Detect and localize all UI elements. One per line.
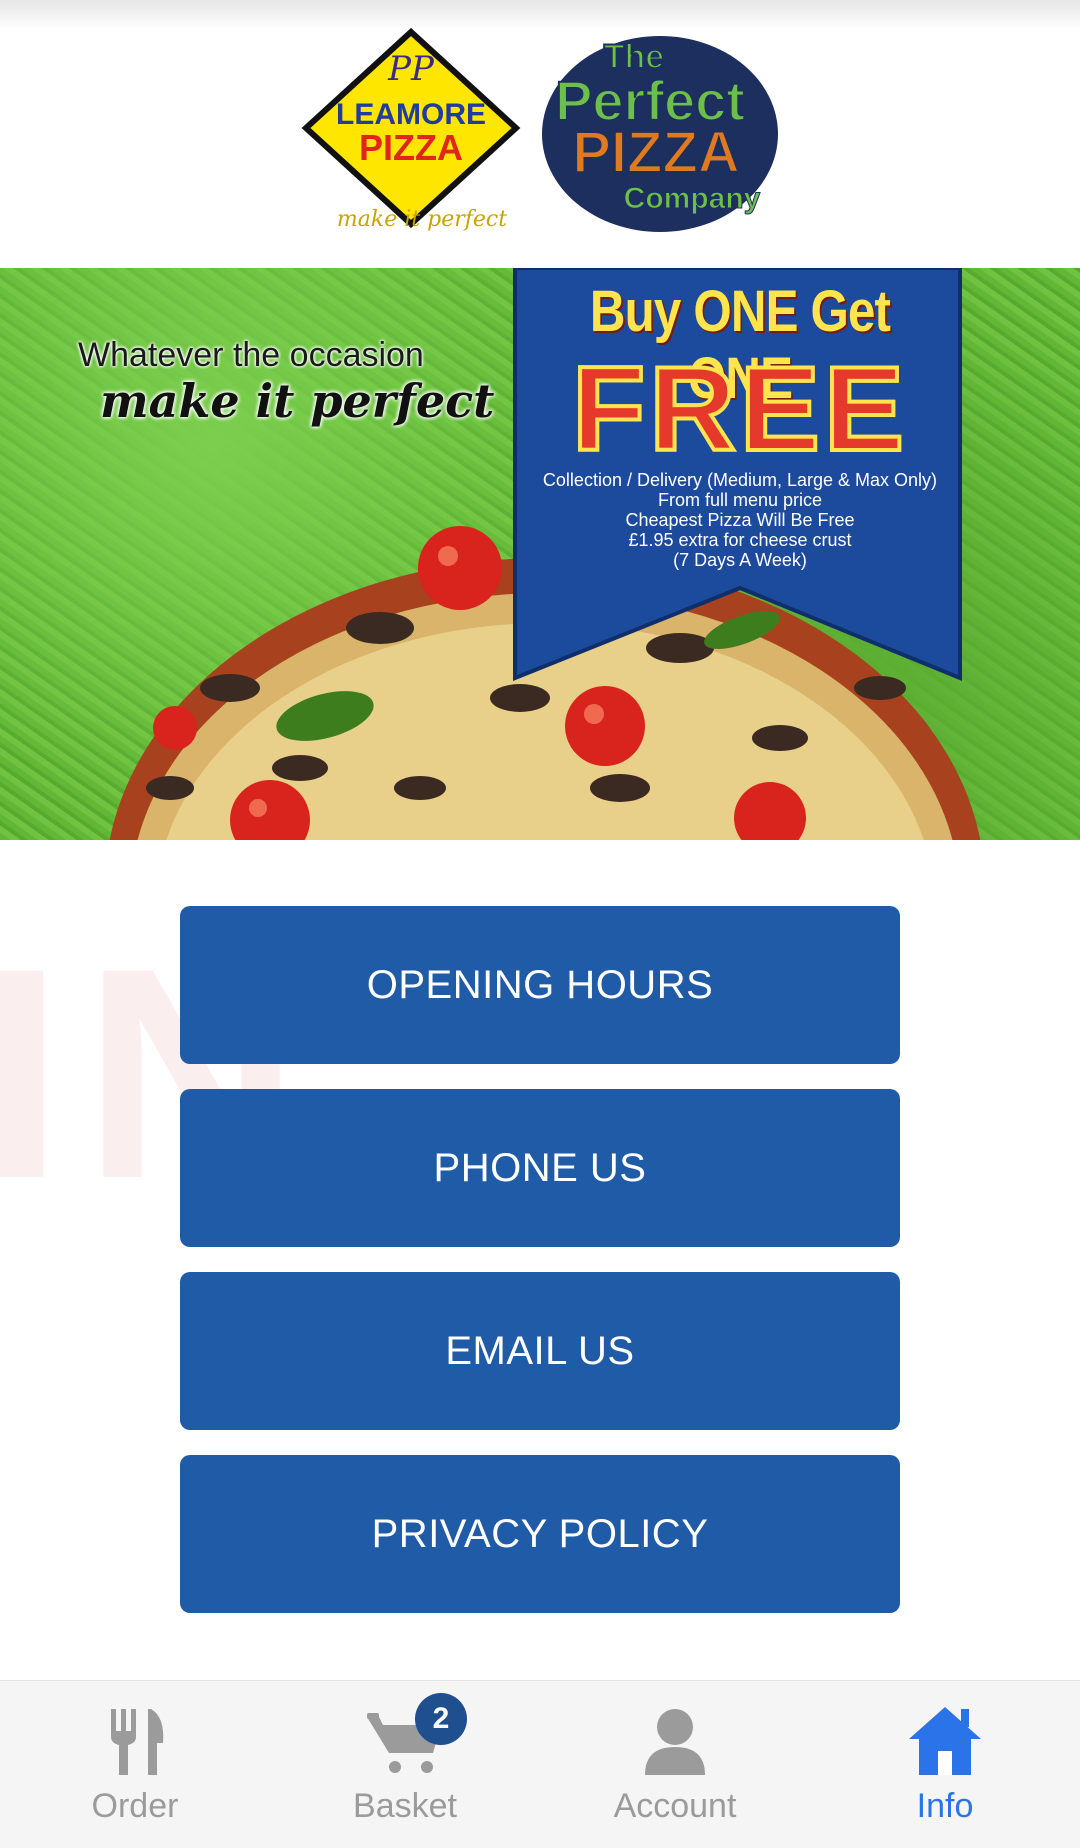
tab-order-label: Order	[91, 1787, 179, 1825]
logo-company-text: Company	[624, 182, 761, 215]
tab-order[interactable]: Order	[0, 1681, 270, 1848]
tab-basket[interactable]: 2 Basket	[270, 1681, 540, 1848]
offer-line: Collection / Delivery (Medium, Large & M…	[542, 470, 938, 490]
tab-account-label: Account	[613, 1787, 737, 1825]
offer-line: (7 Days A Week)	[673, 550, 807, 570]
header: PP LEAMORE PIZZA make it perfect The Per…	[0, 0, 1080, 268]
banner-tagline-script: make it perfect	[100, 374, 495, 428]
offer-details: Collection / Delivery (Medium, Large & M…	[530, 470, 950, 570]
user-icon	[635, 1701, 715, 1781]
info-screen: PP LEAMORE PIZZA make it perfect The Per…	[0, 0, 1080, 1848]
phone-us-button[interactable]: PHONE US	[180, 1089, 900, 1247]
promo-banner[interactable]: Whatever the occasion make it perfect Bu…	[0, 268, 1080, 840]
banner-tagline: Whatever the occasion	[78, 336, 424, 374]
bottom-tab-bar: Order 2 Basket Account Info	[0, 1680, 1080, 1848]
privacy-policy-button[interactable]: PRIVACY POLICY	[180, 1455, 900, 1613]
logo-monogram: PP	[387, 49, 435, 89]
opening-hours-button[interactable]: OPENING HOURS	[180, 906, 900, 1064]
cart-icon: 2	[365, 1693, 467, 1781]
home-icon	[905, 1701, 985, 1781]
perfect-pizza-company-logo: The Perfect PIZZA Company	[542, 36, 778, 232]
basket-count-badge: 2	[415, 1693, 467, 1745]
fork-knife-icon	[95, 1701, 175, 1781]
offer-line: £1.95 extra for cheese crust	[628, 530, 852, 550]
tab-account[interactable]: Account	[540, 1681, 810, 1848]
tab-basket-label: Basket	[353, 1787, 457, 1825]
offer-line: Cheapest Pizza Will Be Free	[625, 510, 855, 530]
logo-pizza-text: PIZZA	[359, 127, 463, 168]
leamore-pizza-logo: PP LEAMORE PIZZA make it perfect	[301, 28, 521, 232]
logo-pizza-text-2: PIZZA	[572, 120, 740, 185]
tab-info-label: Info	[916, 1787, 974, 1825]
email-us-button[interactable]: EMAIL US	[180, 1272, 900, 1430]
logo-tagline: make it perfect	[337, 207, 507, 232]
offer-free: FREE	[570, 340, 909, 478]
offer-line: From full menu price	[657, 490, 823, 510]
tab-info[interactable]: Info	[810, 1681, 1080, 1848]
